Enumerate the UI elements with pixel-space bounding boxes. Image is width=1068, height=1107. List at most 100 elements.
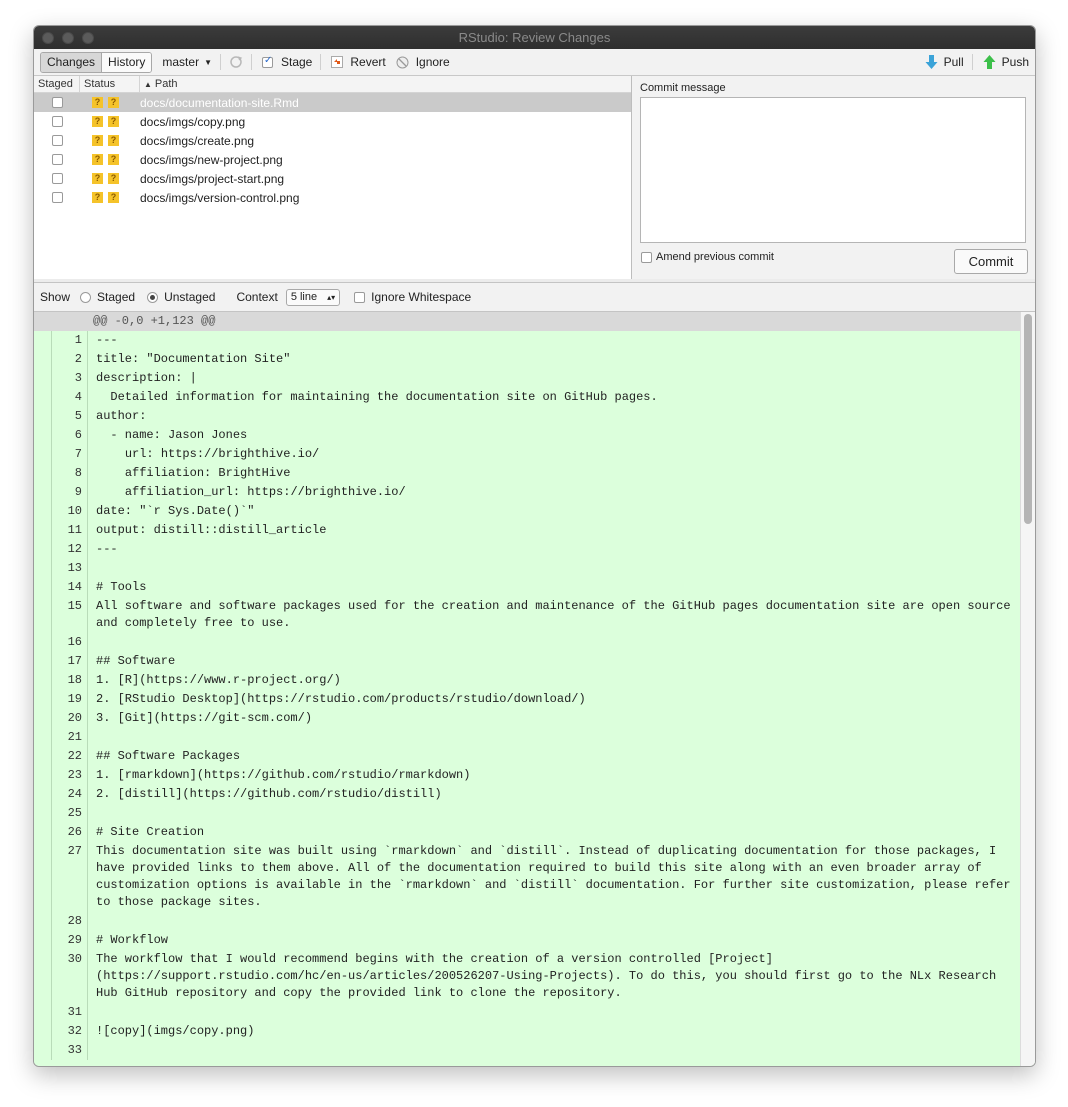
diff-line-text: # Workflow (96, 933, 169, 947)
arrow-up-icon (983, 55, 996, 69)
status-badge: ? (108, 116, 119, 127)
minimize-window-button[interactable] (62, 32, 74, 44)
ignore-whitespace-checkbox[interactable]: Ignore Whitespace (354, 290, 471, 304)
commit-button[interactable]: Commit (954, 249, 1028, 274)
diff-line: 8 affiliation: BrightHive (34, 464, 1035, 483)
ignore-label: Ignore (415, 55, 450, 69)
staged-checkbox[interactable] (51, 135, 63, 146)
diff-line: 22 ## Software Packages (34, 747, 1035, 766)
diff-line-text: This documentation site was built using … (96, 844, 1011, 909)
old-line-number (34, 407, 52, 426)
new-line-number: 27 (52, 842, 88, 912)
context-label: Context (236, 290, 278, 304)
staged-checkbox[interactable] (51, 173, 63, 184)
diff-line-text: - name: Jason Jones (96, 428, 248, 442)
diff-line: 15 All software and software packages use… (34, 597, 1035, 633)
diff-line: 24 2. [distill](https://github.com/rstudi… (34, 785, 1035, 804)
title-bar: RStudio: Review Changes (34, 26, 1035, 49)
column-header-status[interactable]: Status (80, 76, 140, 92)
refresh-button[interactable] (229, 55, 243, 69)
old-line-number (34, 747, 52, 766)
staged-checkbox[interactable] (51, 116, 63, 127)
new-line-number: 9 (52, 483, 88, 502)
revert-label: Revert (350, 55, 386, 69)
diff-line: 29 # Workflow (34, 931, 1035, 950)
unstaged-radio[interactable]: Unstaged (147, 290, 215, 304)
file-path: docs/imgs/project-start.png (140, 171, 285, 186)
staged-checkbox-cell (34, 192, 80, 203)
old-line-number (34, 690, 52, 709)
file-path: docs/imgs/new-project.png (140, 152, 283, 167)
staged-checkbox[interactable] (51, 97, 63, 108)
hunk-header: @@ -0,0 +1,123 @@ (34, 312, 1035, 331)
branch-dropdown[interactable]: master ▼ (162, 55, 212, 69)
column-header-staged[interactable]: Staged (34, 76, 80, 92)
ignore-button[interactable]: Ignore (396, 55, 450, 69)
scrollbar-track[interactable] (1020, 312, 1035, 1066)
diff-line: 17 ## Software (34, 652, 1035, 671)
old-line-number (34, 842, 52, 912)
status-cell: ?? (80, 173, 140, 184)
diff-line: 32 ![copy](imgs/copy.png) (34, 1022, 1035, 1041)
old-line-number (34, 950, 52, 1003)
old-line-number (34, 331, 52, 350)
staged-checkbox-cell (34, 135, 80, 146)
diff-line: 10 date: "`r Sys.Date()`" (34, 502, 1035, 521)
zoom-window-button[interactable] (82, 32, 94, 44)
top-area: Staged Status ▲ Path ?? docs/documentation… (34, 76, 1035, 279)
context-select[interactable]: 5 line ▴▾ (285, 288, 341, 306)
amend-checkbox[interactable]: Amend previous commit (641, 251, 774, 263)
diff-line: 9 affiliation_url: https://brighthive.io… (34, 483, 1035, 502)
diff-line-text (88, 804, 1011, 823)
status-badge: ? (92, 154, 103, 165)
tab-changes[interactable]: Changes (41, 52, 103, 72)
old-line-number (34, 445, 52, 464)
old-line-number (34, 766, 52, 785)
new-line-number: 31 (52, 1003, 88, 1022)
new-line-number: 5 (52, 407, 88, 426)
branch-label: master (162, 55, 200, 69)
new-line-number: 7 (52, 445, 88, 464)
staged-radio[interactable]: Staged (80, 290, 135, 304)
file-row[interactable]: ?? docs/imgs/create.png (34, 131, 631, 150)
column-header-path[interactable]: ▲ Path (140, 76, 631, 92)
commit-pane: Commit message Amend previous commit Com… (632, 76, 1035, 279)
old-line-number (34, 1041, 52, 1060)
staged-checkbox[interactable] (51, 154, 63, 165)
push-button[interactable]: Push (983, 55, 1029, 69)
stage-button[interactable]: Stage (262, 55, 312, 69)
status-cell: ?? (80, 192, 140, 203)
file-row[interactable]: ?? docs/imgs/new-project.png (34, 150, 631, 169)
new-line-number: 10 (52, 502, 88, 521)
commit-message-input[interactable] (640, 97, 1026, 243)
diff-options-bar: Show Staged Unstaged Context 5 line ▴▾ I… (34, 282, 1035, 312)
diff-line: 2 title: "Documentation Site" (34, 350, 1035, 369)
tab-history[interactable]: History (102, 52, 152, 72)
new-line-number: 23 (52, 766, 88, 785)
file-row[interactable]: ?? docs/documentation-site.Rmd (34, 93, 631, 112)
old-line-number (34, 652, 52, 671)
status-cell: ?? (80, 116, 140, 127)
new-line-number: 25 (52, 804, 88, 823)
old-line-number (34, 483, 52, 502)
new-line-number: 4 (52, 388, 88, 407)
pull-button[interactable]: Pull (925, 55, 964, 69)
close-window-button[interactable] (42, 32, 54, 44)
file-row[interactable]: ?? docs/imgs/version-control.png (34, 188, 631, 207)
file-row[interactable]: ?? docs/imgs/project-start.png (34, 169, 631, 188)
arrow-down-icon (925, 55, 938, 69)
diff-line-text: description: | (96, 371, 197, 385)
old-line-number (34, 502, 52, 521)
radio-icon (147, 291, 159, 303)
diff-line: 27 This documentation site was built usin… (34, 842, 1035, 912)
revert-button[interactable]: Revert (331, 55, 386, 69)
diff-line: 11 output: distill::distill_article (34, 521, 1035, 540)
file-row[interactable]: ?? docs/imgs/copy.png (34, 112, 631, 131)
diff-line-text: date: "`r Sys.Date()`" (96, 504, 255, 518)
staged-checkbox[interactable] (51, 192, 63, 203)
file-list: Staged Status ▲ Path ?? docs/documentation… (34, 76, 632, 279)
scrollbar-thumb[interactable] (1024, 314, 1032, 524)
diff-line-text (88, 559, 1011, 578)
select-arrows-icon: ▴▾ (327, 292, 336, 302)
diff-line-text: title: "Documentation Site" (96, 352, 291, 366)
